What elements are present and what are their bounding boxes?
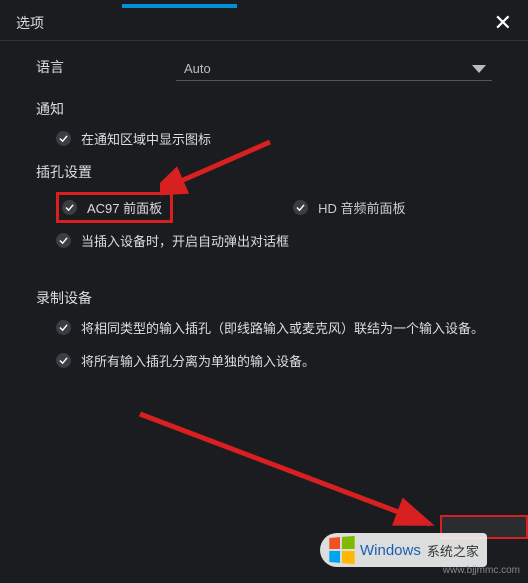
auto-popup-checkbox[interactable] bbox=[56, 233, 71, 248]
show-tray-icon-checkbox[interactable] bbox=[56, 131, 71, 146]
watermark-badge: Windows 系统之家 bbox=[320, 533, 487, 567]
notification-section-label: 通知 bbox=[36, 99, 492, 119]
auto-popup-label: 当插入设备时，开启自动弹出对话框 bbox=[81, 231, 289, 250]
check-icon bbox=[59, 356, 68, 365]
ac97-checkbox[interactable] bbox=[62, 200, 77, 215]
split-inputs-row: 将所有输入插孔分离为单独的输入设备。 bbox=[56, 351, 492, 370]
ac97-highlight: AC97 前面板 bbox=[56, 192, 173, 223]
jack-section-label: 插孔设置 bbox=[36, 162, 492, 182]
chevron-down-icon bbox=[472, 65, 486, 73]
check-icon bbox=[296, 203, 305, 212]
language-selected-value: Auto bbox=[184, 61, 211, 76]
merge-inputs-row: 将相同类型的输入插孔（即线路输入或麦克风）联结为一个输入设备。 bbox=[56, 318, 492, 337]
hd-audio-checkbox[interactable] bbox=[293, 200, 308, 215]
check-icon bbox=[59, 323, 68, 332]
show-tray-icon-row: 在通知区域中显示图标 bbox=[56, 129, 492, 148]
ac97-label: AC97 前面板 bbox=[87, 198, 162, 217]
annotation-arrow-icon bbox=[130, 404, 450, 544]
merge-inputs-checkbox[interactable] bbox=[56, 320, 71, 335]
recording-section-label: 录制设备 bbox=[36, 288, 492, 308]
language-select[interactable]: Auto bbox=[176, 57, 492, 81]
hd-audio-label: HD 音频前面板 bbox=[318, 198, 405, 217]
check-icon bbox=[65, 203, 74, 212]
check-icon bbox=[59, 236, 68, 245]
language-row: 语言 Auto bbox=[36, 57, 492, 81]
auto-popup-row: 当插入设备时，开启自动弹出对话框 bbox=[56, 231, 492, 250]
active-tab-indicator bbox=[122, 4, 237, 8]
dialog-header: 选项 ✕ bbox=[0, 4, 528, 41]
hd-audio-row: HD 音频前面板 bbox=[293, 198, 405, 217]
watermark-url: www.bjjmmc.com bbox=[443, 565, 520, 577]
merge-inputs-label: 将相同类型的输入插孔（即线路输入或麦克风）联结为一个输入设备。 bbox=[81, 318, 484, 337]
show-tray-icon-label: 在通知区域中显示图标 bbox=[81, 129, 211, 148]
check-icon bbox=[59, 134, 68, 143]
split-inputs-checkbox[interactable] bbox=[56, 353, 71, 368]
dialog-title: 选项 bbox=[16, 13, 44, 33]
close-icon[interactable]: ✕ bbox=[490, 12, 516, 34]
front-panel-row: AC97 前面板 HD 音频前面板 bbox=[56, 192, 492, 223]
watermark-sub: 系统之家 bbox=[427, 541, 479, 560]
language-label: 语言 bbox=[36, 57, 176, 81]
dialog-content: 语言 Auto 通知 在通知区域中显示图标 插孔设置 AC97 前面板 HD 音… bbox=[0, 41, 528, 370]
split-inputs-label: 将所有输入插孔分离为单独的输入设备。 bbox=[81, 351, 315, 370]
watermark-brand: Windows bbox=[360, 542, 421, 559]
windows-logo-icon bbox=[329, 536, 354, 564]
